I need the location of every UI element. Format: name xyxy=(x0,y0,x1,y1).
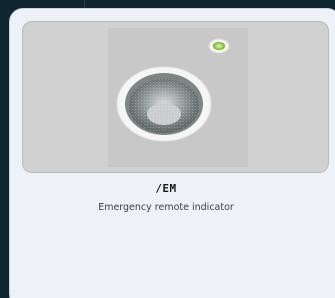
product-photo xyxy=(108,28,248,167)
background-divider xyxy=(84,0,85,8)
product-image-frame xyxy=(22,21,329,173)
product-description: Emergency remote indicator xyxy=(98,202,234,213)
product-card[interactable]: /EM Emergency remote indicator xyxy=(9,8,335,298)
green-indicator-led xyxy=(213,42,225,50)
downlight-image xyxy=(108,28,248,167)
product-code: /EM xyxy=(155,182,177,195)
page: /EM Emergency remote indicator xyxy=(0,0,335,298)
